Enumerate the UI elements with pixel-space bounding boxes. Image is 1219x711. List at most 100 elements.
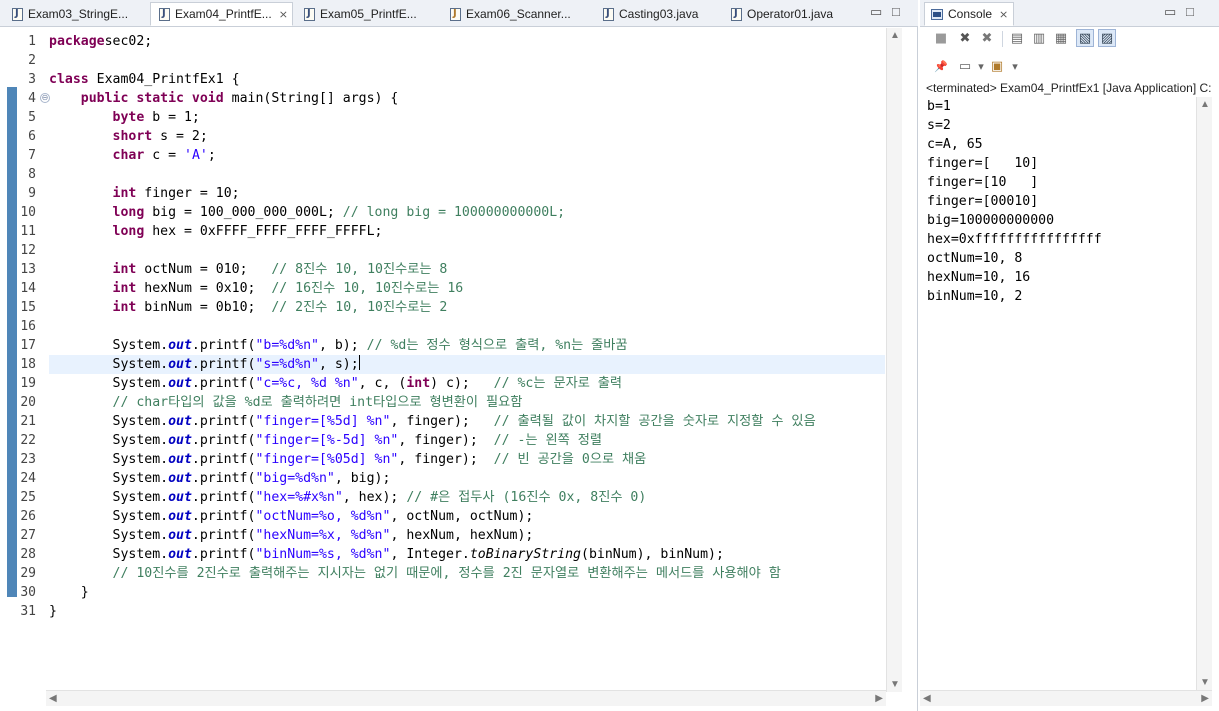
launch-status: <terminated> Exam04_PrintfEx1 [Java Appl…: [926, 81, 1212, 95]
scroll-right-icon[interactable]: ▶: [875, 693, 883, 704]
console-output-line: finger=[10 ]: [927, 175, 1039, 190]
editor-horizontal-scrollbar[interactable]: ◀ ▶: [46, 690, 886, 706]
tab-label: Operator01.java: [747, 7, 834, 21]
code-line: int binNum = 0b10; // 2진수 10, 10진수로는 2: [49, 298, 448, 317]
editor-tab-bar: Exam03_StringE... Exam04_PrintfE... ⨯ Ex…: [0, 0, 918, 27]
code-line: System.out.printf("b=%d%n", b); // %d는 정…: [49, 336, 628, 355]
line-number: 23: [20, 452, 36, 467]
code-token: System.: [49, 433, 169, 448]
line-number: 10: [20, 205, 36, 220]
code-token: octNum = 010;: [136, 262, 272, 277]
tab-casting03[interactable]: Casting03.java: [595, 2, 720, 26]
console-output-line: finger=[ 10]: [927, 156, 1039, 171]
code-token: int: [112, 186, 137, 201]
tab-exam03[interactable]: Exam03_StringE...: [4, 2, 147, 26]
code-token: out: [168, 452, 192, 467]
scroll-lock-icon[interactable]: ▥: [1030, 30, 1048, 48]
code-line: int octNum = 010; // 8진수 10, 10진수로는 8: [49, 260, 448, 279]
java-file-icon: [159, 7, 170, 21]
scroll-up-icon[interactable]: ▲: [890, 30, 900, 41]
code-token: out: [168, 509, 192, 524]
line-number: 18: [20, 357, 36, 372]
code-token: sec02;: [104, 34, 153, 49]
clear-console-icon[interactable]: ▤: [1008, 30, 1026, 48]
code-token: "finger=[%5d] %n": [255, 414, 391, 429]
code-token: binNum = 0b10;: [136, 300, 272, 315]
show-on-stdout-icon[interactable]: ▧: [1076, 29, 1094, 47]
code-token: .printf(: [191, 414, 256, 429]
tab-exam06[interactable]: Exam06_Scanner...: [442, 2, 592, 26]
console-horizontal-scrollbar[interactable]: ◀ ▶: [920, 690, 1212, 706]
console-output-line: b=1: [927, 99, 951, 114]
scroll-left-icon[interactable]: ◀: [49, 693, 57, 704]
console-output-line: hexNum=10, 16: [927, 270, 1031, 285]
code-token: "finger=[%-5d] %n": [255, 433, 399, 448]
tab-console[interactable]: Console ⨯: [924, 2, 1014, 26]
remove-all-launches-icon[interactable]: ✖: [978, 30, 996, 48]
console-tab-bar: Console ⨯ ▭ □: [920, 0, 1219, 27]
scroll-up-icon[interactable]: ▲: [1200, 99, 1210, 110]
line-number: 20: [20, 395, 36, 410]
editor-vertical-scrollbar[interactable]: ▲ ▼: [886, 28, 902, 692]
show-on-stderr-icon[interactable]: ▨: [1098, 29, 1116, 47]
line-number: 11: [20, 224, 36, 239]
code-token: }: [49, 604, 57, 619]
code-line: short s = 2;: [49, 127, 208, 146]
code-line: int finger = 10;: [49, 184, 240, 203]
java-file-icon: [603, 7, 614, 21]
code-token: public static void: [80, 91, 224, 106]
tab-exam05[interactable]: Exam05_PrintfE...: [296, 2, 439, 26]
line-number: 17: [20, 338, 36, 353]
tab-label: Exam04_PrintfE...: [175, 7, 272, 21]
code-line: // char타입의 값을 %d로 출력하려면 int타입으로 형변환이 필요함: [49, 393, 523, 412]
minimize-icon[interactable]: ▭: [1164, 5, 1176, 19]
maximize-icon[interactable]: □: [1186, 5, 1194, 19]
code-token: (binNum), binNum);: [581, 547, 724, 562]
java-file-icon: [450, 7, 461, 21]
pin-console-icon[interactable]: 📌: [932, 58, 950, 76]
maximize-icon[interactable]: □: [892, 5, 900, 19]
console-vertical-scrollbar[interactable]: ▲ ▼: [1196, 97, 1212, 690]
code-token: out: [168, 490, 192, 505]
scroll-right-icon[interactable]: ▶: [1201, 693, 1209, 704]
scroll-left-icon[interactable]: ◀: [923, 693, 931, 704]
open-console-icon[interactable]: ▣: [988, 58, 1006, 76]
chevron-down-icon[interactable]: ▾: [1006, 58, 1024, 76]
code-token: System.: [49, 490, 169, 505]
code-line: // 10진수를 2진수로 출력해주는 지시자는 없기 때문에, 정수를 2진 …: [49, 564, 781, 583]
close-icon[interactable]: ⨯: [999, 8, 1008, 21]
line-number: 29: [20, 566, 36, 581]
tab-operator01[interactable]: Operator01.java: [723, 2, 853, 26]
code-token: out: [168, 338, 192, 353]
scroll-down-icon[interactable]: ▼: [890, 679, 900, 690]
line-number: 16: [20, 319, 36, 334]
code-token: main(String[] args) {: [223, 91, 399, 106]
code-token: out: [168, 471, 192, 486]
code-token: // 2진수 10, 10진수로는 2: [271, 300, 448, 315]
scroll-down-icon[interactable]: ▼: [1200, 677, 1210, 688]
minimize-icon[interactable]: ▭: [870, 5, 882, 19]
code-token: .printf(: [191, 376, 256, 391]
console-icon: [931, 8, 943, 20]
line-number: 25: [20, 490, 36, 505]
console-output[interactable]: b=1 s=2 c=A, 65 finger=[ 10] finger=[10 ] fin…: [924, 97, 1196, 689]
tab-label: Exam05_PrintfE...: [320, 7, 417, 21]
code-token: .printf(: [191, 357, 256, 372]
line-number: 6: [28, 129, 36, 144]
code-token: out: [168, 547, 192, 562]
code-token: // 10진수를 2진수로 출력해주는 지시자는 없기 때문에, 정수를 2진 …: [112, 566, 781, 581]
close-icon[interactable]: ⨯: [279, 8, 288, 21]
word-wrap-icon[interactable]: ▦: [1052, 30, 1070, 48]
code-line: int hexNum = 0x10; // 16진수 10, 10진수로는 16: [49, 279, 464, 298]
terminate-icon[interactable]: ■: [932, 30, 950, 48]
tab-exam04[interactable]: Exam04_PrintfE... ⨯: [150, 2, 293, 26]
code-editor[interactable]: packagesec02; class Exam04_PrintfEx1 { pu…: [49, 28, 885, 688]
java-file-icon: [12, 7, 23, 21]
code-token: "c=%c, %d %n": [255, 376, 359, 391]
remove-launch-icon[interactable]: ✖: [956, 30, 974, 48]
code-line: System.out.printf("c=%c, %d %n", c, (int…: [49, 374, 623, 393]
